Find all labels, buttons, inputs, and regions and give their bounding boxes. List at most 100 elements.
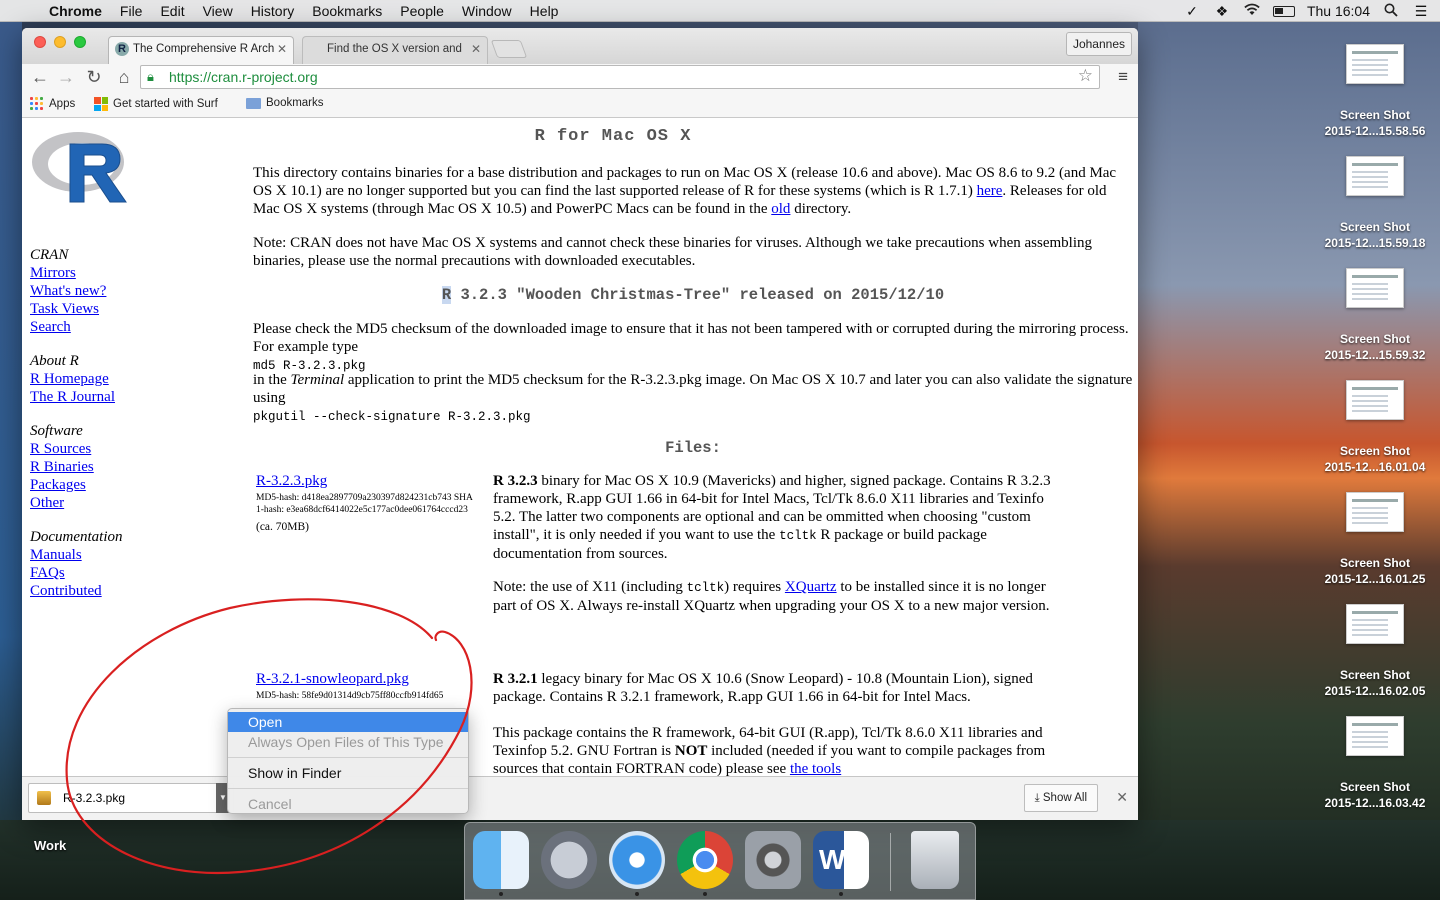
menu-help[interactable]: Help — [521, 3, 568, 19]
sidebar-link-r-homepage[interactable]: R Homepage — [30, 370, 230, 388]
xquartz-link[interactable]: XQuartz — [785, 579, 837, 595]
menu-item-show-in-finder[interactable]: Show in Finder — [228, 763, 468, 783]
browser-toolbar: ← → ↻ ⌂ 🔒︎ https://cran.r-project.org ☆ … — [22, 64, 1138, 92]
menu-view[interactable]: View — [194, 3, 242, 19]
notification-center-icon[interactable]: ☰ — [1412, 3, 1430, 19]
r-323-pkg-link[interactable]: R-3.2.3.pkg — [256, 473, 327, 489]
sidebar-link-faqs[interactable]: FAQs — [30, 564, 230, 582]
menu-item-cancel[interactable]: Cancel — [228, 794, 468, 814]
file2-desc-text: legacy binary for Mac OS X 10.6 (Snow Le… — [493, 671, 1033, 705]
desktop-icon-label: Screen Shot 2015-12...16.02.05 — [1324, 668, 1426, 698]
bookmark-apps[interactable]: Apps — [30, 97, 75, 111]
hamburger-menu-icon[interactable]: ≡ — [1118, 67, 1128, 87]
desktop-screenshot-1[interactable]: Screen Shot 2015-12...15.58.56 — [1300, 44, 1440, 139]
screenshot-thumbnail-icon — [1346, 716, 1404, 756]
desktop-screenshot-7[interactable]: Screen Shot 2015-12...16.03.42 — [1300, 716, 1440, 811]
zoom-window-button[interactable] — [74, 36, 86, 48]
sidebar-link-r-binaries[interactable]: R Binaries — [30, 458, 230, 476]
bookmark-folder[interactable]: Bookmarks — [246, 97, 324, 109]
url-text[interactable]: https://cran.r-project.org — [169, 66, 318, 88]
finder-icon[interactable] — [473, 831, 529, 889]
desktop-screenshot-5[interactable]: Screen Shot 2015-12...16.01.25 — [1300, 492, 1440, 587]
desktop-screenshot-4[interactable]: Screen Shot 2015-12...16.01.04 — [1300, 380, 1440, 475]
minimize-window-button[interactable] — [54, 36, 66, 48]
back-arrow-icon[interactable]: ← — [30, 66, 50, 88]
chrome-icon[interactable] — [677, 831, 733, 889]
safari-icon[interactable] — [609, 831, 665, 889]
menu-separator — [228, 788, 468, 789]
sidebar-link-mirrors[interactable]: Mirrors — [30, 264, 230, 282]
desktop-icon-label: Screen Shot 2015-12...16.01.04 — [1324, 444, 1426, 474]
chrome-window: R The Comprehensive R Arch ✕ Find the OS… — [22, 28, 1138, 820]
screenshot-thumbnail-icon — [1346, 604, 1404, 644]
r-logo[interactable] — [30, 126, 132, 208]
sidebar-link-r-journal[interactable]: The R Journal — [30, 388, 230, 406]
trash-icon[interactable] — [911, 831, 959, 889]
sidebar-link-whats-new[interactable]: What's new? — [30, 282, 230, 300]
running-indicator — [839, 892, 843, 896]
new-tab-button[interactable] — [490, 40, 528, 58]
screenshot-thumbnail-icon — [1346, 156, 1404, 196]
menu-file[interactable]: File — [111, 3, 152, 19]
dock-separator — [890, 833, 891, 891]
desktop-work-label[interactable]: Work — [34, 838, 66, 853]
menu-app-name[interactable]: Chrome — [40, 3, 111, 19]
address-bar[interactable]: 🔒︎ https://cran.r-project.org ☆ — [140, 65, 1100, 89]
battery-icon[interactable] — [1272, 5, 1295, 17]
file1-size: (ca. 70MB) — [256, 521, 310, 533]
sidebar-link-search[interactable]: Search — [30, 318, 230, 336]
old-link[interactable]: old — [771, 201, 790, 217]
sidebar-link-task-views[interactable]: Task Views — [30, 300, 230, 318]
dock: W — [464, 822, 976, 900]
dropbox-icon[interactable]: ❖ — [1213, 3, 1231, 19]
sidebar-link-packages[interactable]: Packages — [30, 476, 230, 494]
here-link[interactable]: here — [977, 183, 1003, 199]
close-window-button[interactable] — [34, 36, 46, 48]
word-icon[interactable]: W — [813, 831, 869, 889]
menu-item-open[interactable]: Open — [228, 712, 468, 732]
sidebar-link-r-sources[interactable]: R Sources — [30, 440, 230, 458]
menu-history[interactable]: History — [242, 3, 304, 19]
file1-note-text-2: ) requires — [724, 579, 785, 595]
sidebar-link-contributed[interactable]: Contributed — [30, 582, 230, 600]
tools-link[interactable]: the tools — [790, 761, 841, 776]
wifi-icon[interactable] — [1243, 3, 1261, 19]
intro-paragraph: This directory contains binaries for a b… — [253, 164, 1133, 218]
terminal-text: Terminal — [290, 372, 345, 388]
menu-people[interactable]: People — [391, 3, 453, 19]
menu-item-always-open[interactable]: Always Open Files of This Type — [228, 732, 468, 752]
tab-cran[interactable]: R The Comprehensive R Arch ✕ — [108, 36, 294, 64]
close-tab-icon[interactable]: ✕ — [277, 37, 287, 61]
r-321-snowleopard-link[interactable]: R-3.2.1-snowleopard.pkg — [256, 671, 409, 687]
menu-edit[interactable]: Edit — [151, 3, 193, 19]
bookmark-star-icon[interactable]: ☆ — [1078, 65, 1093, 87]
menu-window[interactable]: Window — [453, 3, 521, 19]
forward-arrow-icon[interactable]: → — [56, 66, 76, 88]
spotlight-search-icon[interactable] — [1382, 3, 1400, 19]
lock-icon: 🔒︎ — [147, 69, 154, 84]
menubar-clock[interactable]: Thu 16:04 — [1307, 3, 1370, 19]
profile-button[interactable]: Johannes — [1065, 32, 1132, 56]
close-tab-icon[interactable]: ✕ — [471, 37, 481, 61]
home-icon[interactable]: ⌂ — [114, 66, 134, 88]
download-item[interactable]: R-3.2.3.pkg — [28, 783, 234, 813]
sidebar-link-other[interactable]: Other — [30, 494, 230, 512]
checkmark-status-icon[interactable]: ✓ — [1183, 3, 1201, 19]
running-indicator — [499, 892, 503, 896]
sidebar-heading-cran: CRAN — [30, 247, 69, 263]
system-preferences-icon[interactable] — [745, 831, 801, 889]
desktop-screenshot-6[interactable]: Screen Shot 2015-12...16.02.05 — [1300, 604, 1440, 699]
reload-icon[interactable]: ↻ — [84, 66, 104, 88]
tab-find-osx[interactable]: Find the OS X version and ✕ — [302, 36, 488, 64]
launchpad-icon[interactable] — [541, 831, 597, 889]
desktop-screenshot-2[interactable]: Screen Shot 2015-12...15.59.18 — [1300, 156, 1440, 251]
sidebar-link-manuals[interactable]: Manuals — [30, 546, 230, 564]
sidebar-heading-documentation: Documentation — [30, 529, 123, 545]
desktop-screenshot-3[interactable]: Screen Shot 2015-12...15.59.32 — [1300, 268, 1440, 363]
note-paragraph: Note: CRAN does not have Mac OS X system… — [253, 235, 1092, 269]
show-all-button[interactable]: ⤓ Show All — [1023, 784, 1098, 812]
close-shelf-icon[interactable]: ✕ — [1116, 789, 1128, 806]
menu-bookmarks[interactable]: Bookmarks — [303, 3, 391, 19]
show-all-label: Show All — [1042, 792, 1087, 804]
bookmark-get-started[interactable]: Get started with Surf — [94, 97, 227, 111]
